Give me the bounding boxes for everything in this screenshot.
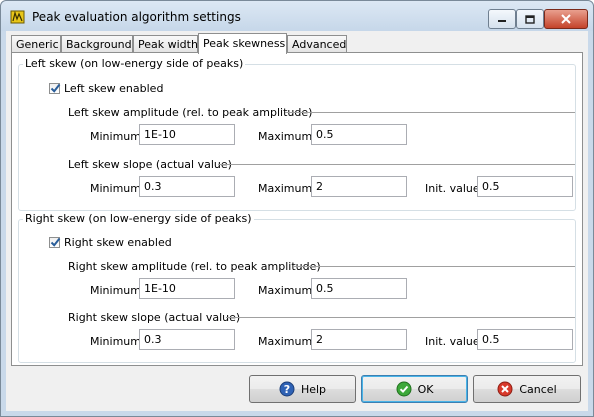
close-button[interactable] (544, 9, 588, 29)
right-slope-min-label: Minimum: (90, 335, 145, 348)
ok-button[interactable]: OK (361, 375, 468, 403)
left-amp-min-input[interactable]: 1E-10 (139, 124, 235, 145)
left-amplitude-divider (285, 112, 575, 113)
help-button[interactable]: ? Help (249, 375, 356, 403)
left-slope-min-label: Minimum: (90, 182, 145, 195)
left-slope-divider (218, 164, 575, 165)
maximize-icon (525, 14, 535, 24)
right-slope-max-input[interactable]: 2 (311, 329, 407, 350)
minimize-button[interactable] (488, 9, 516, 29)
right-skew-group-title: Right skew (on low-energy side of peaks) (23, 212, 254, 225)
checkmark-icon (50, 83, 61, 93)
right-slope-divider (226, 317, 575, 318)
right-amp-max-input[interactable]: 0.5 (311, 278, 407, 299)
left-slope-init-input[interactable]: 0.5 (477, 176, 573, 197)
app-icon (10, 10, 25, 24)
cancel-button[interactable]: Cancel (473, 375, 581, 403)
tab-peak-skewness[interactable]: Peak skewness (198, 33, 287, 54)
tab-generic[interactable]: Generic (11, 35, 61, 52)
help-button-label: Help (300, 382, 327, 396)
tab-strip: Generic Background Peak width Peak skewn… (11, 33, 581, 54)
dialog-window: Peak evaluation algorithm settings Gener… (0, 0, 594, 417)
right-slope-init-label: Init. value: (425, 335, 484, 348)
ok-button-label: OK (417, 382, 434, 396)
maximize-button[interactable] (516, 9, 544, 29)
left-slope-max-input[interactable]: 2 (311, 176, 407, 197)
left-slope-min-input[interactable]: 0.3 (139, 176, 235, 197)
left-skew-enabled-checkbox[interactable] (49, 83, 61, 94)
tab-peak-width[interactable]: Peak width (133, 35, 198, 52)
right-skew-enabled-checkbox[interactable] (49, 237, 61, 248)
left-slope-init-label: Init. value: (425, 182, 484, 195)
tab-background[interactable]: Background (61, 35, 133, 52)
right-amp-max-label: Maximum: (258, 284, 316, 297)
right-slope-max-label: Maximum: (258, 335, 316, 348)
close-icon (561, 14, 571, 24)
right-skew-enabled-row[interactable]: Right skew enabled (49, 236, 172, 249)
right-slope-min-input[interactable]: 0.3 (139, 329, 235, 350)
dialog-client-area: Generic Background Peak width Peak skewn… (6, 31, 588, 411)
checkmark-icon (50, 237, 61, 247)
cancel-button-label: Cancel (519, 382, 557, 396)
left-slope-heading: Left skew slope (actual value) (68, 158, 232, 171)
left-amp-max-input[interactable]: 0.5 (311, 124, 407, 145)
right-slope-heading: Right skew slope (actual value) (68, 311, 241, 324)
check-icon (396, 381, 412, 397)
right-amplitude-heading: Right skew amplitude (rel. to peak ampli… (68, 260, 321, 273)
left-amplitude-heading: Left skew amplitude (rel. to peak amplit… (68, 106, 313, 119)
left-skew-enabled-label: Left skew enabled (64, 82, 164, 95)
cancel-icon (497, 381, 513, 397)
right-amp-min-label: Minimum: (90, 284, 145, 297)
title-bar[interactable]: Peak evaluation algorithm settings (1, 1, 593, 31)
right-slope-init-input[interactable]: 0.5 (477, 329, 573, 350)
help-icon: ? (279, 381, 295, 397)
left-skew-group: Left skew (on low-energy side of peaks) … (18, 57, 576, 211)
window-title: Peak evaluation algorithm settings (32, 10, 241, 24)
left-skew-group-title: Left skew (on low-energy side of peaks) (23, 57, 246, 70)
left-skew-enabled-row[interactable]: Left skew enabled (49, 82, 163, 95)
left-amp-max-label: Maximum: (258, 130, 316, 143)
tab-panel-peak-skewness: Left skew (on low-energy side of peaks) … (11, 52, 583, 366)
right-amp-min-input[interactable]: 1E-10 (139, 278, 235, 299)
minimize-icon (498, 20, 506, 22)
right-skew-group: Right skew (on low-energy side of peaks)… (18, 212, 576, 363)
svg-text:?: ? (284, 383, 290, 396)
right-amplitude-divider (293, 266, 575, 267)
tab-advanced[interactable]: Advanced (287, 35, 347, 52)
left-slope-max-label: Maximum: (258, 182, 316, 195)
right-skew-enabled-label: Right skew enabled (64, 236, 172, 249)
left-amp-min-label: Minimum: (90, 130, 145, 143)
